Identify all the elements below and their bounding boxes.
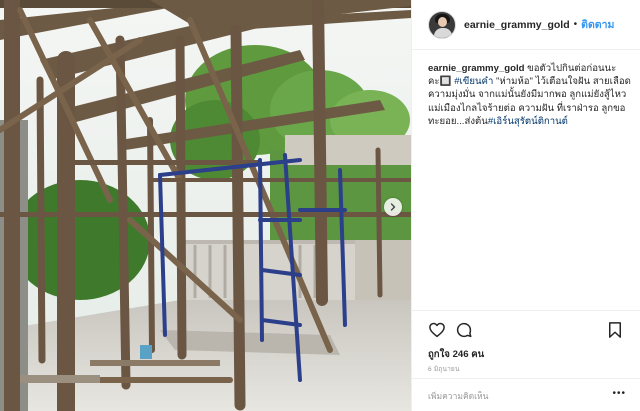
- post-side-panel: earnie_grammy_gold • ติดตาม earnie_gramm…: [411, 0, 640, 411]
- more-options-button[interactable]: •••: [612, 389, 626, 399]
- follow-button[interactable]: ติดตาม: [581, 16, 614, 33]
- action-bar: [428, 321, 624, 343]
- comment-button[interactable]: [455, 321, 473, 339]
- next-photo-button[interactable]: [384, 198, 402, 216]
- post-caption: earnie_grammy_gold ขอตัวไปกินต่อก่อนนะคะ…: [428, 62, 632, 128]
- bookmark-icon: [609, 322, 621, 338]
- comment-input[interactable]: [428, 390, 598, 401]
- like-button[interactable]: [428, 321, 446, 339]
- post-date: 6 มิถุนายน: [428, 366, 460, 373]
- hashtag-link[interactable]: #เอิร์นสุรัตน์ติกานต์: [488, 116, 568, 127]
- post-photo[interactable]: [0, 0, 411, 411]
- post-header: earnie_grammy_gold • ติดตาม: [412, 0, 640, 50]
- avatar[interactable]: [428, 10, 456, 39]
- save-button[interactable]: [606, 321, 624, 339]
- construction-scaffold-image: [0, 0, 411, 411]
- post-footer: ถูกใจ 246 คน 6 มิถุนายน •••: [412, 310, 640, 411]
- chevron-right-icon: [390, 203, 396, 211]
- comment-bubble-icon: [456, 322, 472, 338]
- instagram-post: earnie_grammy_gold • ติดตาม earnie_gramm…: [0, 0, 640, 411]
- username-link[interactable]: earnie_grammy_gold: [464, 19, 570, 31]
- comment-bar: •••: [412, 378, 640, 411]
- hashtag-link[interactable]: #เขียนคำ: [454, 76, 493, 87]
- separator-dot: •: [573, 19, 578, 30]
- heart-icon: [429, 322, 445, 338]
- likes-count[interactable]: ถูกใจ 246 คน: [428, 347, 484, 362]
- caption-username[interactable]: earnie_grammy_gold: [428, 63, 525, 74]
